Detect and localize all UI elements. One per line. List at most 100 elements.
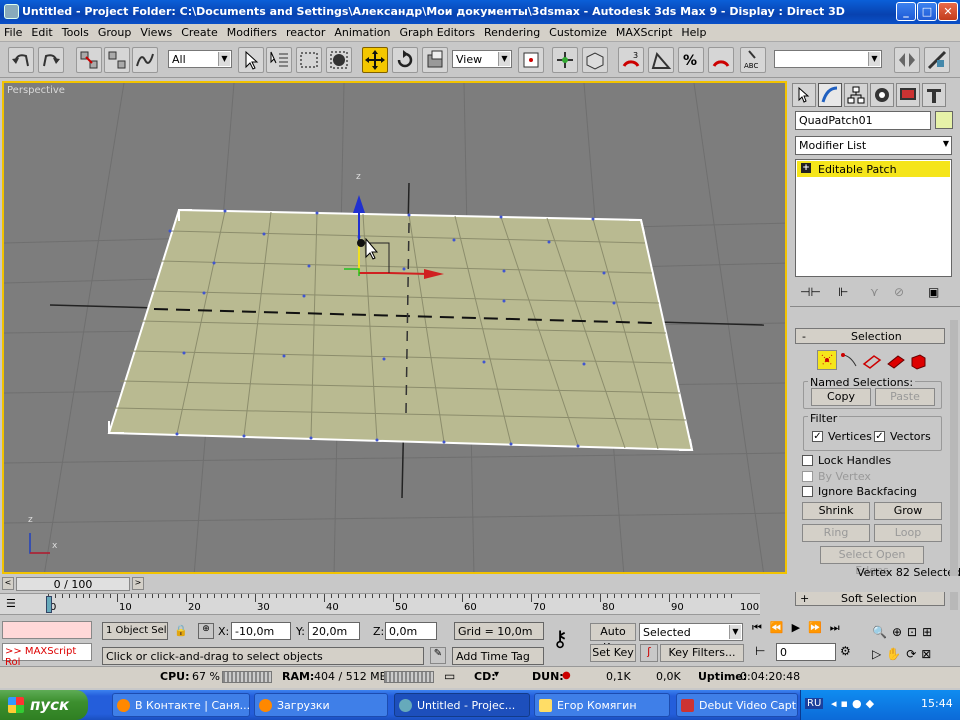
modify-tab-icon[interactable] xyxy=(818,83,842,107)
named-selection-set-dropdown[interactable]: ▼ xyxy=(774,50,882,68)
current-frame-marker[interactable] xyxy=(46,596,52,613)
edge-mode-icon[interactable] xyxy=(862,352,882,373)
motion-tab-icon[interactable] xyxy=(870,83,894,107)
redo-icon[interactable] xyxy=(38,47,64,73)
antivirus-icon[interactable]: ● xyxy=(852,697,866,710)
menu-animation[interactable]: Animation xyxy=(330,24,395,39)
utilities-tab-icon[interactable] xyxy=(922,83,946,107)
panel-scrollbar[interactable] xyxy=(950,320,958,610)
remove-modifier-icon[interactable]: ⊘ xyxy=(894,285,904,299)
time-next-arrow-icon[interactable]: > xyxy=(132,577,144,590)
time-tag-icon[interactable]: ✎ xyxy=(430,647,446,664)
shrink-button[interactable]: Shrink xyxy=(802,502,870,520)
network-icon[interactable]: ▪ xyxy=(841,697,852,710)
manipulate-icon[interactable] xyxy=(552,47,578,73)
zoom-extents-icon[interactable]: ⊡ xyxy=(907,625,922,639)
key-mode-toggle-icon[interactable]: ⊢ xyxy=(755,644,765,658)
key-filters-button[interactable]: Key Filters... xyxy=(660,644,744,662)
task-downloads[interactable]: Загрузки xyxy=(254,693,388,717)
window-crossing-icon[interactable] xyxy=(326,47,352,73)
minimize-button[interactable]: _ xyxy=(896,2,916,21)
menu-file[interactable]: File xyxy=(0,24,27,39)
select-and-move-icon[interactable] xyxy=(362,47,388,73)
zoom-all-icon[interactable]: ⊕ xyxy=(892,625,907,639)
vectors-checkbox[interactable]: ✓ xyxy=(874,431,885,442)
field-of-view-icon[interactable]: ▷ xyxy=(872,647,886,661)
track-bar[interactable]: ☰ 0 10 20 30 40 50 60 70 80 90 100 xyxy=(0,593,760,615)
hierarchy-tab-icon[interactable] xyxy=(844,83,868,107)
undo-icon[interactable] xyxy=(8,47,34,73)
menu-create[interactable]: Create xyxy=(177,24,223,39)
stack-item-editable-patch[interactable]: + Editable Patch xyxy=(797,161,950,177)
link-icon[interactable] xyxy=(76,47,102,73)
update-icon[interactable]: ◆ xyxy=(866,697,878,710)
create-tab-icon[interactable] xyxy=(792,83,816,107)
menu-rendering[interactable]: Rendering xyxy=(480,24,545,39)
object-color-swatch[interactable] xyxy=(935,111,953,129)
task-vkontakte[interactable]: В Контакте | Саня... xyxy=(112,693,250,717)
pan-icon[interactable]: ✋ xyxy=(886,647,906,661)
maximize-viewport-icon[interactable]: ⊠ xyxy=(921,647,936,661)
configure-modifier-sets-icon[interactable]: ▣ xyxy=(928,285,939,299)
menu-tools[interactable]: Tools xyxy=(58,24,94,39)
select-open-edges-button[interactable]: Select Open Edges xyxy=(820,546,924,577)
time-prev-arrow-icon[interactable]: < xyxy=(2,577,14,590)
set-key-icon[interactable]: ⚷ xyxy=(552,627,568,652)
go-to-start-icon[interactable]: ⏮ xyxy=(752,621,770,634)
selection-rollout-header[interactable]: - Selection xyxy=(795,328,945,344)
menu-views[interactable]: Views xyxy=(136,24,177,39)
ignore-backfacing-checkbox[interactable] xyxy=(802,486,813,497)
grow-button[interactable]: Grow xyxy=(874,502,942,520)
patch-mode-icon[interactable] xyxy=(886,352,906,373)
zoom-icon[interactable]: 🔍 xyxy=(872,625,892,639)
align-icon[interactable] xyxy=(924,47,950,73)
next-frame-icon[interactable]: ⏩ xyxy=(808,621,830,634)
track-bar-toggle-icon[interactable]: ☰ xyxy=(6,597,32,611)
time-slider[interactable]: < 0 / 100 > xyxy=(0,576,960,592)
y-coordinate-field[interactable]: 20,0m xyxy=(308,622,360,640)
menu-maxscript[interactable]: MAXScript xyxy=(612,24,677,39)
display-tab-icon[interactable] xyxy=(896,83,920,107)
angle-snap-icon[interactable] xyxy=(648,47,674,73)
key-tangent-icon[interactable]: ʃ xyxy=(640,644,658,662)
handle-mode-icon[interactable] xyxy=(840,352,860,373)
unlink-icon[interactable] xyxy=(104,47,130,73)
task-3dsmax[interactable]: Untitled - Projec... xyxy=(394,693,530,717)
task-debut[interactable]: Debut Video Captur... xyxy=(676,693,798,717)
vertex-mode-icon[interactable] xyxy=(817,350,837,370)
select-and-scale-icon[interactable] xyxy=(422,47,448,73)
expand-icon[interactable]: + xyxy=(801,163,811,173)
spinner-snap-icon[interactable] xyxy=(708,47,734,73)
mirror-icon[interactable] xyxy=(894,47,920,73)
perspective-viewport[interactable]: Perspective z z x xyxy=(2,81,787,574)
keyboard-shortcut-icon[interactable] xyxy=(582,47,608,73)
paste-button[interactable]: Paste xyxy=(875,388,935,406)
x-coordinate-field[interactable]: -10,0m xyxy=(231,622,291,640)
bind-space-warp-icon[interactable] xyxy=(132,47,158,73)
time-slider-thumb[interactable]: 0 / 100 xyxy=(16,577,130,591)
task-folder[interactable]: Егор Комягин xyxy=(534,693,670,717)
pin-stack-icon[interactable]: ⊣⊢ xyxy=(800,285,821,299)
set-key-button[interactable]: Set Key xyxy=(590,644,636,662)
play-icon[interactable]: ▶ xyxy=(792,621,808,634)
lock-handles-checkbox[interactable] xyxy=(802,455,813,466)
start-button[interactable]: пуск xyxy=(0,690,88,720)
percent-snap-icon[interactable]: % xyxy=(678,47,704,73)
z-coordinate-field[interactable]: 0,0m xyxy=(385,622,437,640)
menu-customize[interactable]: Customize xyxy=(545,24,612,39)
menu-edit[interactable]: Edit xyxy=(27,24,57,39)
speaker-icon[interactable]: ◂ xyxy=(831,697,841,710)
by-vertex-checkbox[interactable] xyxy=(802,471,813,482)
copy-button[interactable]: Copy xyxy=(811,388,871,406)
select-object-icon[interactable] xyxy=(238,47,264,73)
add-time-tag-button[interactable]: Add Time Tag xyxy=(452,647,544,665)
auto-key-button[interactable]: Auto Key xyxy=(590,623,636,654)
maxscript-listener[interactable]: >> MAXScript Rol xyxy=(2,643,92,668)
menu-graph-editors[interactable]: Graph Editors xyxy=(395,24,480,39)
language-indicator[interactable]: RU xyxy=(805,698,824,709)
absolute-mode-icon[interactable]: ⊕ xyxy=(198,623,214,639)
menu-group[interactable]: Group xyxy=(94,24,137,39)
reference-coordinate-dropdown[interactable]: View ▼ xyxy=(452,50,512,68)
make-unique-icon[interactable]: ⋎ xyxy=(870,285,879,299)
ring-button[interactable]: Ring xyxy=(802,524,870,542)
